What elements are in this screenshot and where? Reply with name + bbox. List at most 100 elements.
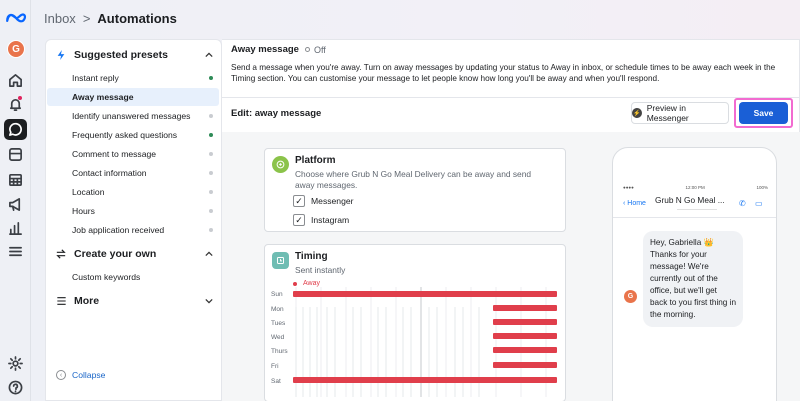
- day-label-tues: Tues: [271, 320, 286, 327]
- platform-card: Platform Choose where Grub N Go Meal Del…: [264, 148, 566, 232]
- status-dot: [209, 228, 213, 232]
- phone-battery: 100%: [756, 185, 768, 190]
- sidebar-item-identify-unanswered[interactable]: Identify unanswered messages: [47, 107, 219, 125]
- chevron-up-icon: [205, 50, 213, 60]
- status-dot: [209, 76, 213, 80]
- day-label-wed: Wed: [271, 334, 285, 341]
- collapse-label: Collapse: [72, 370, 106, 380]
- signal-icon: ●●●●: [623, 185, 634, 190]
- sidebar-item-label: Instant reply: [72, 73, 119, 83]
- breadcrumb: Inbox > Automations: [44, 10, 177, 26]
- create-your-own-header[interactable]: Create your own: [56, 246, 213, 262]
- insights-chart-icon[interactable]: [6, 219, 25, 238]
- phone-video-icon: ▭: [755, 199, 763, 208]
- checkbox-checked-icon: ✓: [293, 214, 305, 226]
- sidebar-item-away-message[interactable]: Away message: [47, 88, 219, 106]
- day-label-mon: Mon: [271, 306, 284, 313]
- suggested-presets-title: Suggested presets: [74, 49, 168, 61]
- status-dot: [209, 171, 213, 175]
- phone-contact-name: Grub N Go Meal ...: [655, 195, 725, 205]
- calendar-icon[interactable]: [6, 170, 25, 189]
- sidebar-item-comment-to-message[interactable]: Comment to message: [47, 145, 219, 163]
- left-nav-rail: G: [0, 0, 31, 401]
- preview-in-messenger-button[interactable]: ⚡ Preview in Messenger: [631, 102, 729, 124]
- status-dot: [209, 209, 213, 213]
- phone-back-link: ‹ Home: [623, 200, 646, 207]
- sidebar-item-label: Identify unanswered messages: [72, 111, 191, 121]
- notification-bell-icon[interactable]: [6, 95, 25, 114]
- menu-lines-icon: [56, 296, 68, 306]
- sidebar-item-label: Contact information: [72, 168, 147, 178]
- chevron-up-icon: [205, 249, 213, 259]
- away-block-thurs: [493, 347, 557, 353]
- suggested-presets-header[interactable]: Suggested presets: [56, 47, 213, 63]
- collapse-button[interactable]: ‹ Collapse: [56, 370, 105, 380]
- page-title: Automations: [97, 10, 177, 26]
- away-blocks: [293, 291, 557, 383]
- away-block-sat: [293, 377, 557, 383]
- platform-title: Platform: [295, 155, 336, 166]
- breadcrumb-separator: >: [82, 10, 91, 26]
- ads-megaphone-icon[interactable]: [6, 195, 25, 214]
- help-icon[interactable]: [6, 378, 25, 397]
- away-message-description: Send a message when you're away. Turn on…: [231, 63, 776, 83]
- account-avatar[interactable]: G: [7, 40, 25, 58]
- sender-avatar: G: [624, 290, 637, 303]
- toggle-off-icon: [304, 47, 310, 52]
- timing-subtitle: Sent instantly: [295, 265, 346, 275]
- phone-contact-subtitle: ——————————: [677, 206, 717, 211]
- phone-time: 12:00 PM: [685, 185, 705, 190]
- sidebar-item-custom-keywords[interactable]: Custom keywords: [47, 268, 219, 286]
- sidebar-item-location[interactable]: Location: [47, 183, 219, 201]
- platform-subtitle: Choose where Grub N Go Meal Delivery can…: [295, 169, 532, 190]
- phone-status-bar: ●●●● 12:00 PM 100%: [623, 185, 768, 190]
- platform-icon: [272, 156, 289, 173]
- create-your-own-title: Create your own: [74, 248, 157, 260]
- instagram-checkbox[interactable]: ✓ Instagram: [293, 214, 349, 226]
- inbox-chat-icon[interactable]: [4, 119, 27, 140]
- preview-label: Preview in Messenger: [646, 103, 689, 123]
- home-icon[interactable]: [6, 71, 25, 90]
- edit-title: Edit: away message: [231, 108, 322, 119]
- timing-icon: [272, 252, 289, 269]
- day-label-thurs: Thurs: [271, 348, 288, 355]
- away-block-mon: [493, 305, 557, 311]
- sidebar-item-contact-information[interactable]: Contact information: [47, 164, 219, 182]
- phone-chat-header: ‹ Home Grub N Go Meal ... —————————— ✆ ▭: [613, 192, 776, 218]
- sidebar-item-faq[interactable]: Frequently asked questions: [47, 126, 219, 144]
- away-legend-label: Away: [303, 280, 320, 287]
- checkbox-label: Instagram: [311, 215, 350, 225]
- timing-title: Timing: [295, 251, 328, 262]
- sidebar-item-label: Location: [72, 187, 105, 197]
- notification-dot: [18, 96, 22, 100]
- day-labels: Sun Mon Tues Wed Thurs Fri Sat: [271, 291, 288, 385]
- away-legend-dot: [293, 281, 297, 286]
- sidebar-item-label: Custom keywords: [72, 272, 141, 282]
- save-button[interactable]: Save: [739, 102, 788, 124]
- settings-icon[interactable]: [6, 354, 25, 373]
- away-legend: Away: [293, 280, 320, 287]
- away-message-status[interactable]: Off: [304, 45, 326, 55]
- collapse-arrow-icon: ‹: [56, 370, 66, 380]
- meta-logo-icon[interactable]: [3, 8, 28, 27]
- checkbox-label: Messenger: [311, 196, 354, 206]
- menu-icon[interactable]: [6, 242, 25, 261]
- status-dot: [209, 152, 213, 156]
- away-message-heading: Away message Off: [231, 44, 326, 55]
- sidebar-item-job-application[interactable]: Job application received: [47, 221, 219, 239]
- content-icon[interactable]: [6, 145, 25, 164]
- timing-schedule-grid[interactable]: Sun Mon Tues Wed Thurs Fri Sat: [265, 287, 567, 397]
- phone-call-icon: ✆: [739, 199, 746, 208]
- editor-area: Platform Choose where Grub N Go Meal Del…: [222, 132, 800, 401]
- sidebar-item-instant-reply[interactable]: Instant reply: [47, 69, 219, 87]
- status-dot: [209, 114, 213, 118]
- lightning-icon: [56, 50, 68, 60]
- messenger-checkbox[interactable]: ✓ Messenger: [293, 195, 354, 207]
- breadcrumb-inbox[interactable]: Inbox: [44, 11, 76, 26]
- more-header[interactable]: More: [56, 293, 213, 309]
- day-label-sat: Sat: [271, 378, 281, 385]
- sidebar-item-hours[interactable]: Hours: [47, 202, 219, 220]
- sidebar-item-label: Hours: [72, 206, 95, 216]
- chevron-down-icon: [205, 296, 213, 306]
- away-block-sun: [293, 291, 557, 297]
